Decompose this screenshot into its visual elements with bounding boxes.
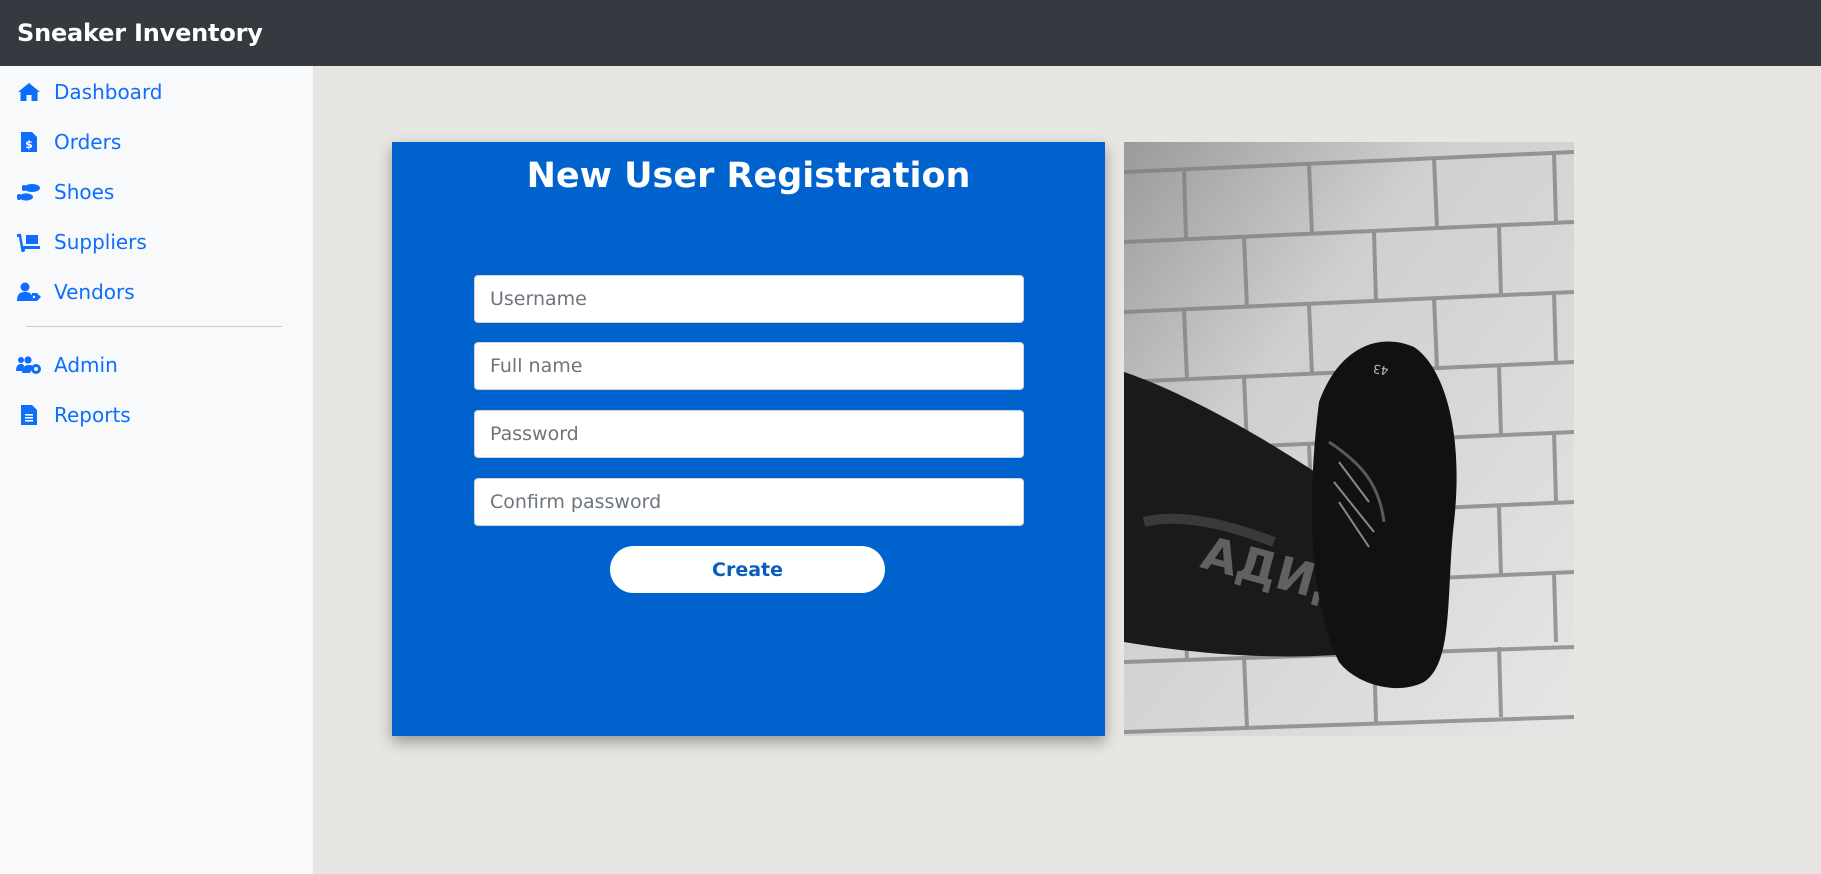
sidebar-item-orders[interactable]: $ Orders <box>16 127 121 157</box>
sidebar-item-shoes[interactable]: Shoes <box>16 177 114 207</box>
app-title[interactable]: Sneaker Inventory <box>17 19 263 47</box>
password-input[interactable] <box>474 410 1024 458</box>
svg-text:$: $ <box>25 138 33 151</box>
sidebar-item-reports[interactable]: Reports <box>16 400 131 430</box>
sidebar-item-vendors[interactable]: Vendors <box>16 277 135 307</box>
fullname-input[interactable] <box>474 342 1024 390</box>
dolly-icon <box>16 231 42 253</box>
shoe-prints-icon <box>16 181 42 203</box>
user-tag-icon <box>16 281 42 303</box>
users-cog-icon <box>16 354 42 376</box>
page-title: New User Registration <box>526 156 971 196</box>
sidebar-item-suppliers[interactable]: Suppliers <box>16 227 147 257</box>
sidebar-item-label: Orders <box>54 130 122 154</box>
file-alt-icon <box>16 404 42 426</box>
home-icon <box>16 81 42 103</box>
sidebar-item-dashboard[interactable]: Dashboard <box>16 77 163 107</box>
sidebar-item-label: Shoes <box>54 180 115 204</box>
sidebar-item-label: Vendors <box>54 280 135 304</box>
create-button[interactable]: Create <box>610 546 885 593</box>
sidebar-item-label: Reports <box>54 403 131 427</box>
top-navbar: Sneaker Inventory <box>0 0 1821 66</box>
main-content: New User Registration Create <box>315 66 1821 874</box>
sneaker-photo: АДИДА 43 <box>1124 142 1574 736</box>
confirm-password-input[interactable] <box>474 478 1024 526</box>
sidebar-divider <box>26 326 282 327</box>
sidebar: Dashboard $ Orders Shoes Suppliers Vendo… <box>0 66 314 874</box>
svg-text:43: 43 <box>1372 361 1389 377</box>
sidebar-item-admin[interactable]: Admin <box>16 350 118 380</box>
sidebar-item-label: Admin <box>54 353 118 377</box>
registration-card: New User Registration Create <box>392 142 1105 736</box>
username-input[interactable] <box>474 275 1024 323</box>
sidebar-item-label: Suppliers <box>54 230 147 254</box>
invoice-dollar-icon: $ <box>16 131 42 153</box>
sidebar-item-label: Dashboard <box>54 80 163 104</box>
